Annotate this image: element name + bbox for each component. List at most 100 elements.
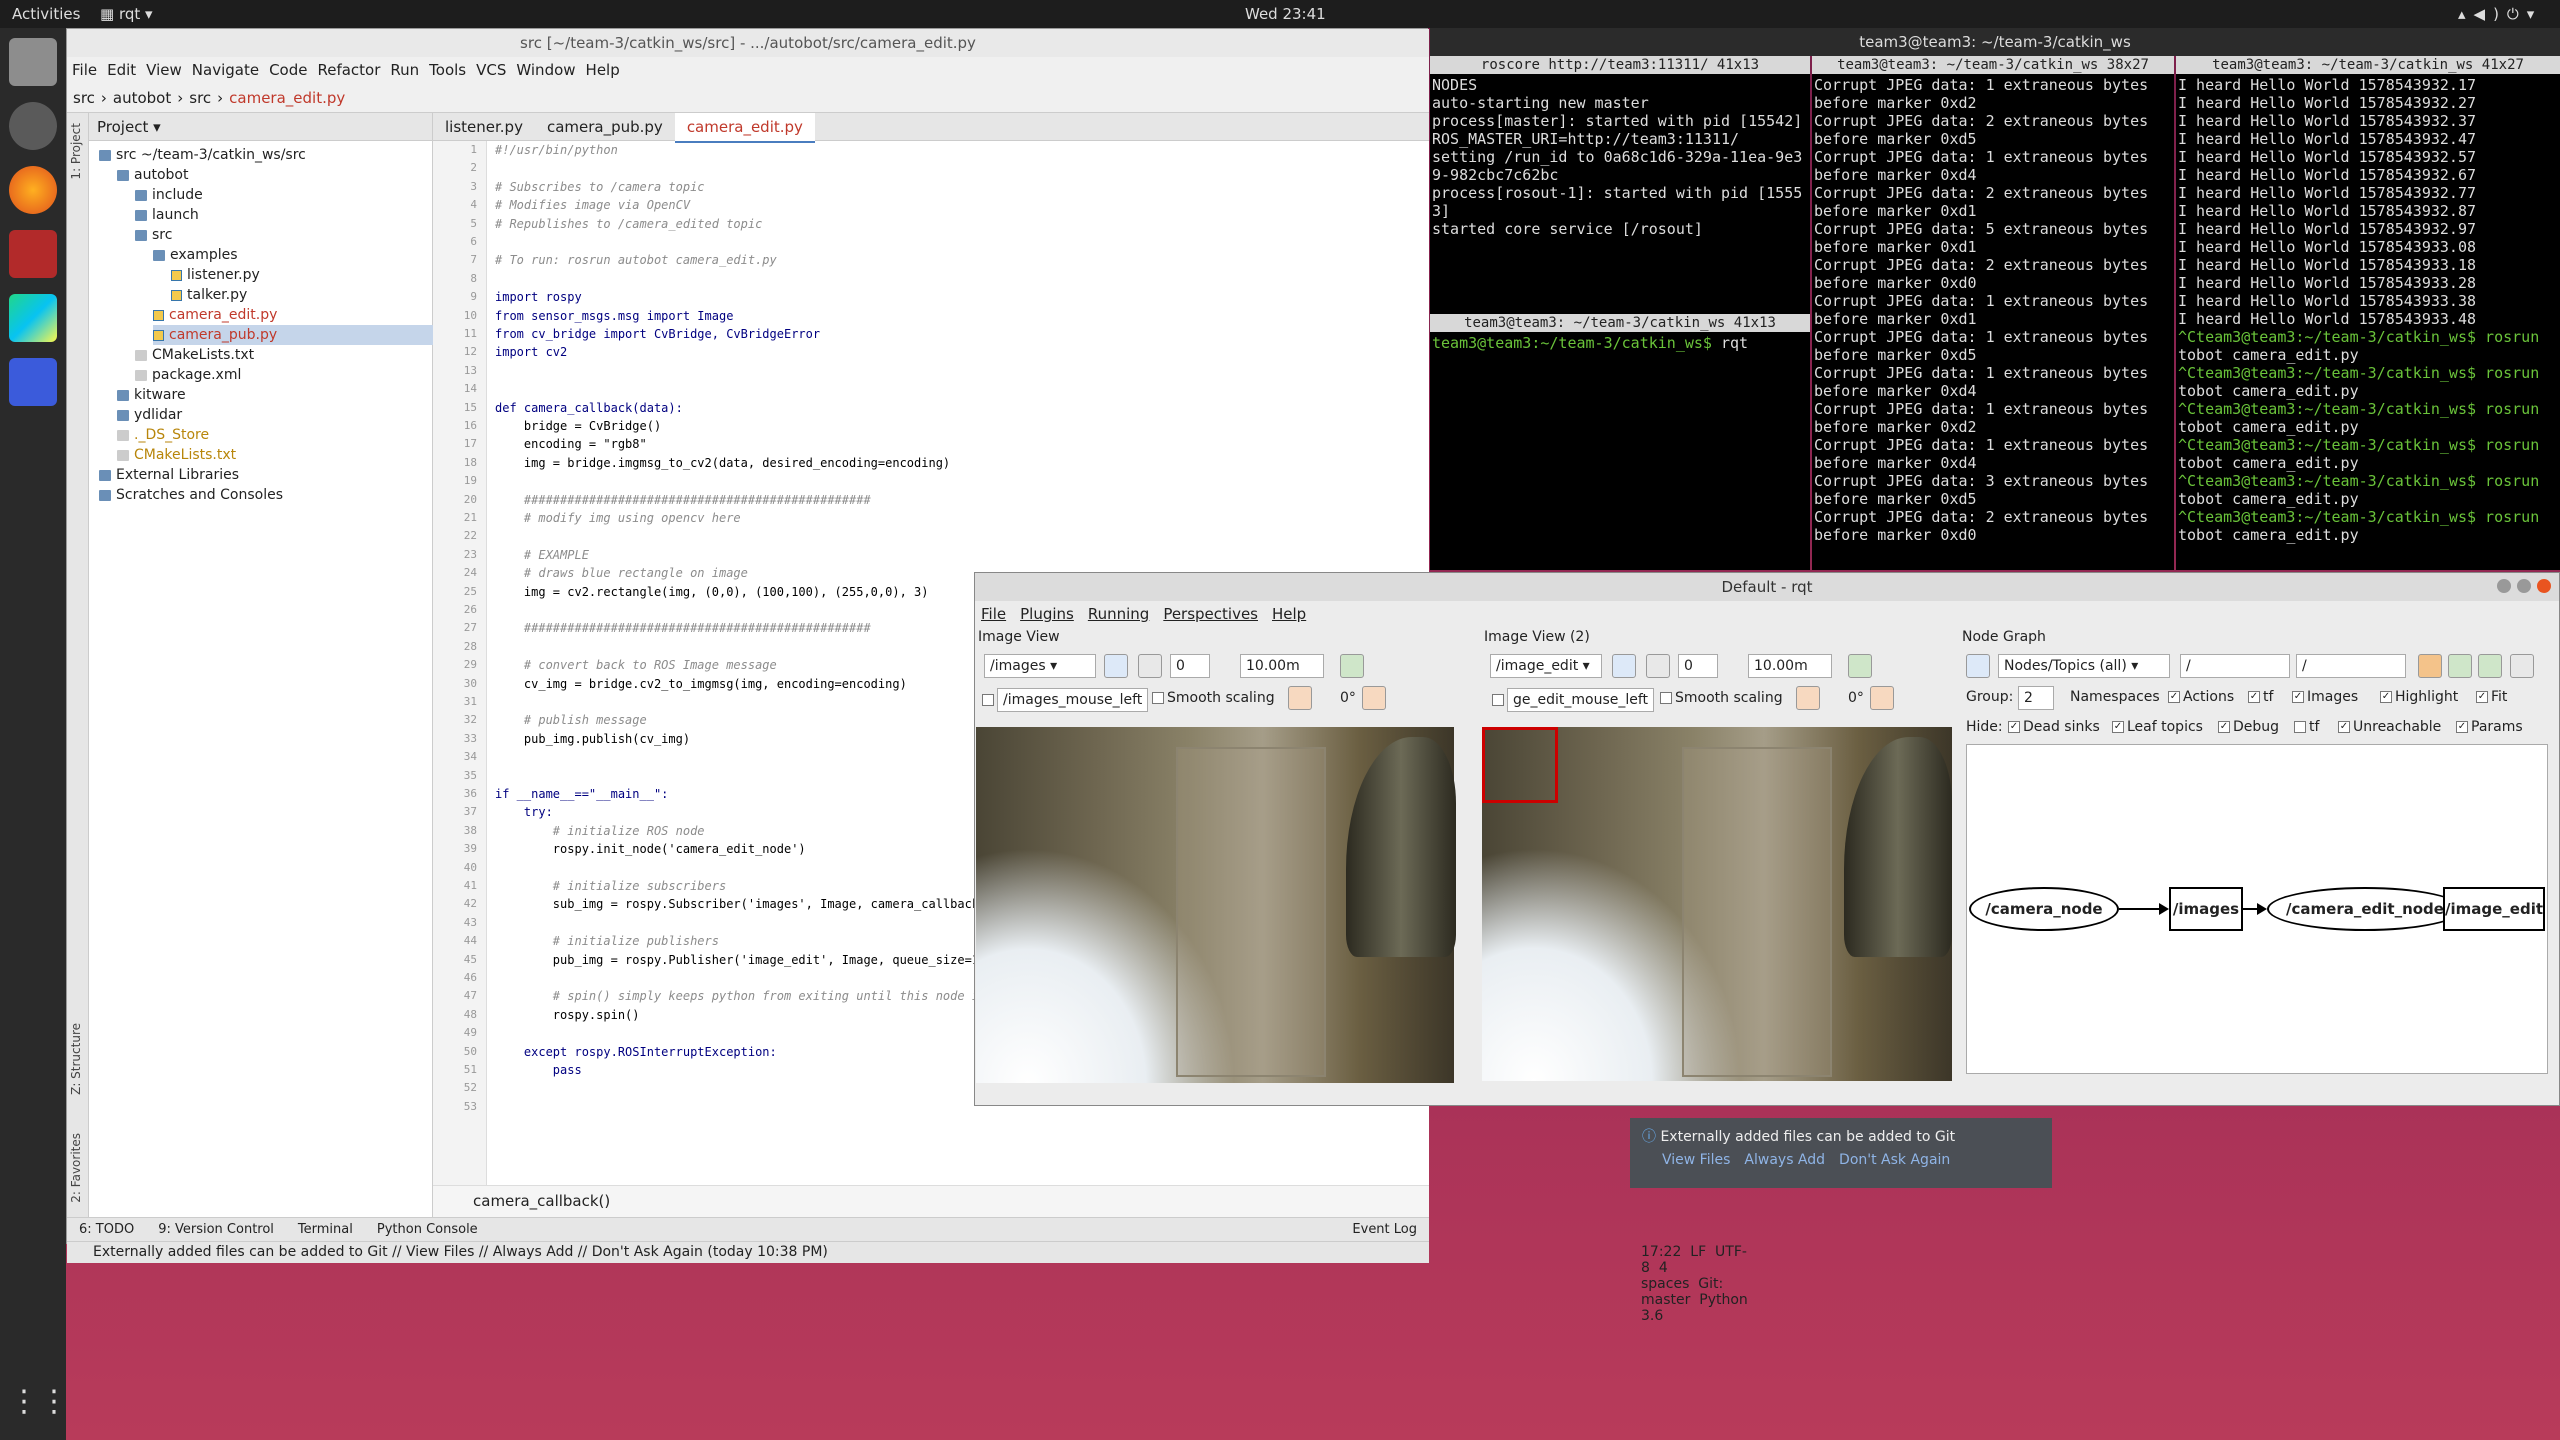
code-line[interactable]: try: [495, 805, 553, 819]
refresh-icon[interactable] [1104, 654, 1128, 678]
rqt-terminal[interactable]: team3@team3: ~/team-3/catkin_ws 41x13 te… [1430, 314, 1810, 570]
unreachable-checkbox[interactable]: ✓ [2338, 721, 2350, 733]
group-spinner[interactable]: 2 [2018, 686, 2054, 710]
code-line[interactable]: from sensor_msgs.msg import Image [495, 309, 733, 323]
code-line[interactable]: bridge = CvBridge() [495, 419, 661, 433]
image-view-1-scale[interactable]: 10.00m [1240, 654, 1324, 678]
tree-item[interactable]: CMakeLists.txt [117, 445, 433, 465]
smooth-checkbox-1[interactable] [1152, 692, 1164, 704]
hide-tf-checkbox[interactable] [2294, 721, 2306, 733]
breadcrumb-src2[interactable]: src [183, 85, 217, 111]
tree-item[interactable]: Scratches and Consoles [99, 485, 433, 505]
code-line[interactable]: rospy.spin() [495, 1008, 640, 1022]
tree-item[interactable]: listener.py [171, 265, 433, 285]
menu-refactor[interactable]: Refactor [312, 57, 385, 83]
code-line[interactable]: img = cv2.rectangle(img, (0,0), (100,100… [495, 585, 929, 599]
menu-navigate[interactable]: Navigate [187, 57, 264, 83]
code-line[interactable]: # draws blue rectangle on image [495, 566, 748, 580]
menu-file[interactable]: File [67, 57, 102, 83]
system-tray-icons[interactable]: ▴◀)⏻▾ [2458, 5, 2542, 23]
roscore-terminal[interactable]: roscore http://team3:11311/ 41x13 NODES a… [1430, 56, 1810, 314]
tree-item[interactable]: External Libraries [99, 465, 433, 485]
code-line[interactable]: # Subscribes to /camera topic [495, 180, 705, 194]
breadcrumb-src[interactable]: src [67, 85, 101, 111]
tree-item[interactable]: ydlidar [117, 405, 433, 425]
clock[interactable]: Wed 23:41 [1245, 5, 1326, 23]
tf-checkbox[interactable]: ✓ [2248, 691, 2260, 703]
debug-checkbox[interactable]: ✓ [2218, 721, 2230, 733]
menu-code[interactable]: Code [264, 57, 312, 83]
code-line[interactable]: # initialize ROS node [495, 824, 705, 838]
tree-item[interactable]: talker.py [171, 285, 433, 305]
unreachable-check[interactable]: ✓ Unreachable [2338, 719, 2441, 735]
mouse-checkbox-2[interactable] [1492, 694, 1504, 706]
tree-item[interactable]: src ~/team-3/catkin_ws/src [99, 145, 433, 165]
project-dropdown[interactable]: Project [97, 118, 148, 136]
code-line[interactable]: import cv2 [495, 345, 567, 359]
function-breadcrumb[interactable]: camera_callback() [433, 1185, 1429, 1217]
dont-ask-link[interactable]: Don't Ask Again [1839, 1152, 1950, 1168]
rotate-right-icon[interactable] [1870, 686, 1894, 710]
code-line[interactable]: pub_img.publish(cv_img) [495, 732, 690, 746]
project-side-tab[interactable]: 1: Project [69, 123, 83, 180]
save-graph-icon[interactable] [2448, 654, 2472, 678]
maximize-icon[interactable] [2517, 579, 2531, 593]
files-icon[interactable] [9, 38, 57, 86]
image-view-2-frame[interactable] [1482, 727, 1952, 1081]
debug-check[interactable]: ✓ Debug [2218, 719, 2279, 735]
graph-node-camera-edit[interactable]: /camera_edit_node [2267, 887, 2463, 931]
fit-check[interactable]: ✓ Fit [2476, 689, 2507, 705]
tree-item[interactable]: CMakeLists.txt [135, 345, 433, 365]
code-line[interactable]: def camera_callback(data): [495, 401, 683, 415]
terminal-tool[interactable]: Terminal [286, 1218, 365, 1241]
favorites-side-tab[interactable]: 2: Favorites [69, 1133, 83, 1203]
cursor-position[interactable]: 17:22 [1641, 1244, 1681, 1260]
code-line[interactable]: if __name__=="__main__": [495, 787, 668, 801]
rqt-menu-perspectives[interactable]: Perspectives [1163, 605, 1258, 623]
image-view-1-frame[interactable] [976, 727, 1456, 1083]
tree-item[interactable]: camera_pub.py [153, 325, 433, 345]
tree-item[interactable]: ._DS_Store [117, 425, 433, 445]
rqt-menu-help[interactable]: Help [1272, 605, 1306, 623]
refresh-graph-icon[interactable] [1966, 654, 1990, 678]
view-files-link[interactable]: View Files [1662, 1152, 1730, 1168]
code-line[interactable]: # convert back to ROS Image message [495, 658, 777, 672]
breadcrumb-file[interactable]: camera_edit.py [223, 85, 351, 111]
jpeg-terminal[interactable]: team3@team3: ~/team-3/catkin_ws 38x27 Co… [1812, 56, 2174, 570]
todo-tool[interactable]: 6: TODO [67, 1218, 146, 1241]
node-graph-canvas[interactable]: /camera_node /images /camera_edit_node /… [1966, 744, 2548, 1074]
event-log-tool[interactable]: Event Log [1340, 1218, 1429, 1241]
image-view-2-mouse-check[interactable]: ge_edit_mouse_left [1492, 688, 1655, 712]
code-line[interactable]: #!/usr/bin/python [495, 143, 618, 157]
save-image-icon[interactable] [2478, 654, 2502, 678]
code-line[interactable]: ########################################… [495, 493, 871, 507]
structure-side-tab[interactable]: Z: Structure [69, 1023, 83, 1095]
breadcrumb-autobot[interactable]: autobot [107, 85, 177, 111]
graph-mode-select[interactable]: Nodes/Topics (all) ▾ [1998, 654, 2170, 678]
smooth-scaling-1[interactable]: Smooth scaling [1152, 690, 1275, 706]
tf-check[interactable]: ✓ tf [2248, 689, 2273, 705]
hide-tf-check[interactable]: tf [2294, 719, 2319, 735]
code-line[interactable]: encoding = "rgb8" [495, 437, 647, 451]
minimize-icon[interactable] [2497, 579, 2511, 593]
leaf-topics-checkbox[interactable]: ✓ [2112, 721, 2124, 733]
image-view-1-topic-select[interactable]: /images ▾ [984, 654, 1096, 678]
tab-listener[interactable]: listener.py [433, 113, 535, 141]
actions-checkbox[interactable]: ✓ [2168, 691, 2180, 703]
menu-tools[interactable]: Tools [424, 57, 471, 83]
code-line[interactable]: sub_img = rospy.Subscriber('images', Ima… [495, 897, 986, 911]
dead-sinks-checkbox[interactable]: ✓ [2008, 721, 2020, 733]
tab-camera-edit[interactable]: camera_edit.py [674, 113, 815, 143]
menu-edit[interactable]: Edit [102, 57, 141, 83]
activities-button[interactable]: Activities [12, 5, 80, 23]
pycharm-icon[interactable] [9, 294, 57, 342]
zoom-icon[interactable] [1646, 654, 1670, 678]
tree-item[interactable]: autobot [117, 165, 433, 185]
code-line[interactable]: rospy.init_node('camera_edit_node') [495, 842, 806, 856]
code-line[interactable]: import rospy [495, 290, 582, 304]
always-add-link[interactable]: Always Add [1744, 1152, 1825, 1168]
camera-icon[interactable] [9, 102, 57, 150]
code-line[interactable]: ########################################… [495, 621, 871, 635]
show-apps-icon[interactable]: ⋮⋮ [9, 1378, 69, 1426]
actions-check[interactable]: ✓ Actions [2168, 689, 2234, 705]
